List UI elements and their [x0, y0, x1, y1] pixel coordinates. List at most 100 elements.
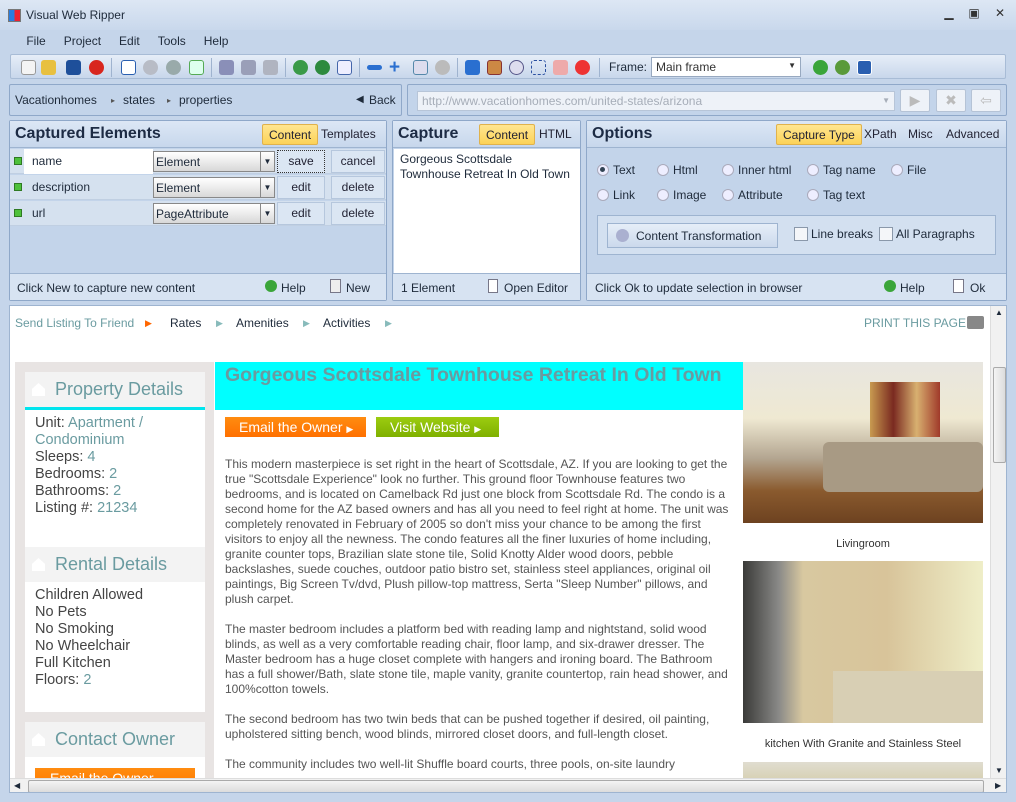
page-icon[interactable] — [337, 60, 352, 75]
gear-icon[interactable] — [143, 60, 158, 75]
gears-icon[interactable] — [166, 60, 181, 75]
plus-icon[interactable]: + — [389, 57, 400, 79]
minimize-button[interactable]: ▁ — [940, 6, 958, 22]
stop-icon[interactable] — [575, 60, 590, 75]
element-name[interactable]: name — [32, 154, 62, 168]
tab-capture-type[interactable]: Capture Type — [776, 124, 862, 145]
scrollbar-thumb[interactable] — [28, 780, 984, 792]
help-button[interactable]: Help — [281, 281, 306, 295]
type-select[interactable]: Element ▼ — [153, 151, 275, 172]
select-element-icon[interactable] — [465, 60, 480, 75]
new-file-icon[interactable] — [21, 60, 36, 75]
cancel-button[interactable]: cancel — [331, 150, 385, 173]
radio-file[interactable]: File — [891, 163, 926, 177]
menu-tools[interactable]: Tools — [149, 32, 195, 50]
url-input[interactable]: http://www.vacationhomes.com/united-stat… — [417, 91, 895, 111]
scroll-left-icon[interactable]: ◀ — [14, 781, 20, 790]
table-row[interactable]: name Element ▼ save cancel — [10, 149, 386, 174]
save-button[interactable]: save — [277, 150, 325, 173]
amenities-link[interactable]: Amenities — [236, 316, 289, 330]
minus-icon[interactable] — [367, 65, 382, 70]
table-row[interactable]: description Element ▼ edit delete — [10, 175, 386, 200]
image-icon[interactable] — [857, 60, 872, 75]
menu-help[interactable]: Help — [195, 32, 238, 50]
scrollbar-thumb[interactable] — [993, 367, 1006, 463]
radio-attribute[interactable]: Attribute — [722, 188, 783, 202]
breadcrumb-item[interactable]: properties — [179, 93, 232, 107]
spider-icon[interactable] — [435, 60, 450, 75]
radio-link[interactable]: Link — [597, 188, 635, 202]
horizontal-scrollbar[interactable]: ◀ ▶ — [10, 778, 1006, 792]
run-icon[interactable] — [189, 60, 204, 75]
help-button[interactable]: Help — [900, 281, 925, 295]
tab-xpath[interactable]: XPath — [858, 124, 903, 145]
restore-button[interactable]: ▣ — [965, 6, 983, 22]
checklist-icon[interactable] — [121, 60, 136, 75]
kitchen-photo[interactable] — [743, 561, 983, 723]
globe-search-icon[interactable] — [293, 60, 308, 75]
type-select[interactable]: Element ▼ — [153, 177, 275, 198]
tab-html[interactable]: HTML — [533, 124, 578, 145]
open-editor-button[interactable]: Open Editor — [504, 281, 568, 295]
list-icon[interactable] — [487, 60, 502, 75]
radio-inner-html[interactable]: Inner html — [722, 163, 791, 177]
tab-content[interactable]: Content — [479, 124, 536, 145]
web-help-icon[interactable] — [835, 60, 850, 75]
close-project-icon[interactable] — [89, 60, 104, 75]
radio-tag-text[interactable]: Tag text — [807, 188, 865, 202]
delete-button[interactable]: delete — [331, 202, 385, 225]
frame-select[interactable]: Main frame ▼ — [651, 57, 801, 77]
email-owner-button[interactable]: Email the Owner ▶ — [225, 417, 366, 437]
radio-html[interactable]: Html — [657, 163, 698, 177]
globe-icon[interactable] — [315, 60, 330, 75]
back-button[interactable]: Back — [369, 93, 396, 107]
save-icon[interactable] — [66, 60, 81, 75]
tab-misc[interactable]: Misc — [902, 124, 939, 145]
element-name[interactable]: description — [32, 180, 90, 194]
type-select[interactable]: PageAttribute ▼ — [153, 203, 275, 224]
livingroom-photo[interactable] — [743, 362, 983, 523]
edit-button[interactable]: edit — [277, 202, 325, 225]
tab-advanced[interactable]: Advanced — [940, 124, 1005, 145]
vertical-scrollbar[interactable]: ▲ ▼ — [990, 306, 1006, 778]
tab-content[interactable]: Content — [262, 124, 319, 145]
edit-button[interactable]: edit — [277, 176, 325, 199]
delete-button[interactable]: delete — [331, 176, 385, 199]
table-icon[interactable] — [241, 60, 256, 75]
selection-rect-icon[interactable] — [531, 60, 546, 75]
breadcrumb-item[interactable]: states — [123, 93, 155, 107]
visit-website-button[interactable]: Visit Website ▶ — [376, 417, 499, 437]
ok-button[interactable]: Ok — [970, 281, 985, 295]
line-breaks-checkbox[interactable]: Line breaks — [794, 227, 873, 241]
help-icon[interactable] — [813, 60, 828, 75]
content-transformation-button[interactable]: Content Transformation — [607, 223, 778, 248]
all-paragraphs-checkbox[interactable]: All Paragraphs — [879, 227, 975, 241]
element-name[interactable]: url — [32, 206, 45, 220]
breadcrumb-item[interactable]: Vacationhomes — [15, 93, 97, 107]
printer-icon[interactable] — [967, 316, 984, 329]
menu-edit[interactable]: Edit — [110, 32, 149, 50]
open-folder-icon[interactable] — [41, 60, 56, 75]
database-icon[interactable] — [219, 60, 234, 75]
close-button[interactable]: ✕ — [991, 6, 1009, 22]
timer-icon[interactable] — [509, 60, 524, 75]
rates-link[interactable]: Rates — [170, 316, 201, 330]
scroll-right-icon[interactable]: ▶ — [995, 781, 1001, 790]
table-row[interactable]: url PageAttribute ▼ edit delete — [10, 201, 386, 226]
radio-tag-name[interactable]: Tag name — [807, 163, 876, 177]
browser-view[interactable]: Send Listing To Friend ▶ Rates ▶ Ameniti… — [9, 305, 1007, 793]
stop-button[interactable]: ✖ — [936, 89, 966, 112]
go-button[interactable]: ▶ — [900, 89, 930, 112]
browser-back-button[interactable]: ⇦ — [971, 89, 1001, 112]
activities-link[interactable]: Activities — [323, 316, 370, 330]
print-link[interactable]: PRINT THIS PAGE — [864, 316, 966, 330]
tree-icon[interactable] — [413, 60, 428, 75]
capture-content[interactable]: Gorgeous Scottsdale Townhouse Retreat In… — [394, 149, 580, 273]
remove-icon[interactable] — [553, 60, 568, 75]
radio-text[interactable]: Text — [597, 163, 635, 177]
new-button[interactable]: New — [346, 281, 370, 295]
tab-templates[interactable]: Templates — [315, 124, 382, 145]
scroll-up-icon[interactable]: ▲ — [995, 308, 1003, 317]
scroll-down-icon[interactable]: ▼ — [995, 766, 1003, 775]
menu-file[interactable]: File — [17, 32, 54, 50]
